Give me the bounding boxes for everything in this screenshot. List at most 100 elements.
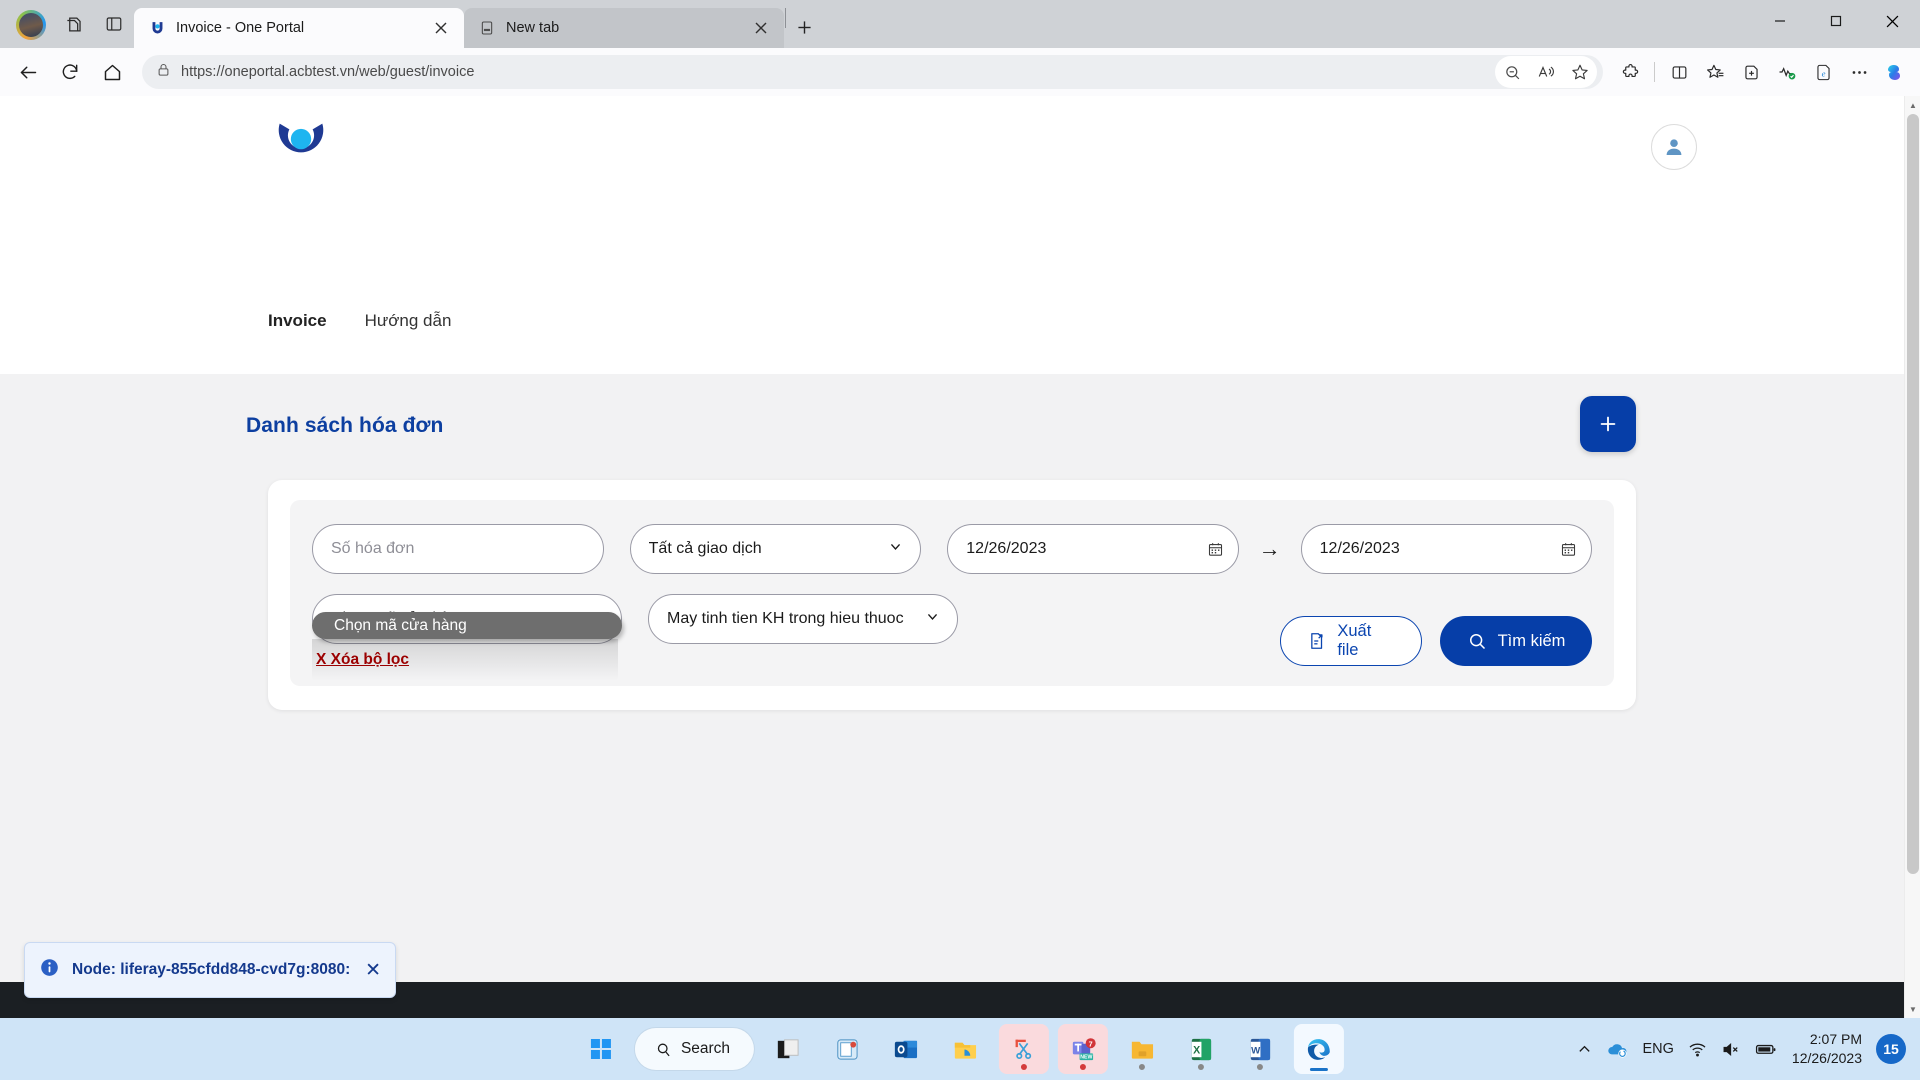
clock-time: 2:07 PM xyxy=(1809,1031,1862,1048)
toast-message: Node: liferay-855cfdd848-cvd7g:8080: xyxy=(72,961,351,978)
close-icon[interactable] xyxy=(748,15,774,41)
settings-more-icon[interactable] xyxy=(1842,55,1876,89)
notification-badge[interactable]: 15 xyxy=(1876,1034,1906,1064)
site-header: Invoice Hướng dẫn xyxy=(0,96,1904,330)
tab-search-icon[interactable] xyxy=(54,4,94,44)
export-file-label: Xuất file xyxy=(1337,622,1372,659)
scroll-up-icon[interactable]: ▲ xyxy=(1905,96,1920,114)
filter-panel: Số hóa đơn Tất cả giao dịch 12/26/2023 →… xyxy=(290,500,1614,686)
word-icon[interactable]: W xyxy=(1235,1024,1285,1074)
window-controls xyxy=(1752,0,1920,48)
close-window-button[interactable] xyxy=(1864,0,1920,42)
battery-icon[interactable] xyxy=(1754,1037,1778,1061)
windows-start-icon[interactable] xyxy=(576,1024,626,1074)
read-aloud-icon[interactable] xyxy=(1530,57,1562,87)
taskbar-search-label: Search xyxy=(680,1040,731,1057)
site-nav: Invoice Hướng dẫn xyxy=(268,311,451,331)
chevron-down-icon xyxy=(926,610,939,628)
nav-label: Invoice xyxy=(268,311,327,330)
close-icon[interactable]: ✕ xyxy=(365,961,381,980)
scroll-down-icon[interactable]: ▼ xyxy=(1905,1000,1920,1018)
calendar-icon[interactable] xyxy=(1560,541,1577,558)
search-button[interactable]: Tìm kiếm xyxy=(1440,616,1592,666)
snipping-tool-icon[interactable] xyxy=(999,1024,1050,1074)
chevron-down-icon xyxy=(889,540,902,558)
scrollbar-thumb[interactable] xyxy=(1907,114,1919,874)
page-scrollbar[interactable]: ▲ ▼ xyxy=(1904,96,1920,1018)
divider xyxy=(1654,62,1655,82)
transaction-type-select[interactable]: Tất cả giao dịch xyxy=(629,524,922,574)
page-content: Danh sách hóa đơn Số hóa đơn Tất cả giao… xyxy=(0,374,1904,1018)
url-text: https://oneportal.acbtest.vn/web/guest/i… xyxy=(181,64,475,80)
lock-icon xyxy=(156,62,171,82)
browser-tab-active[interactable]: Invoice - One Portal xyxy=(134,8,464,48)
taskbar-search[interactable]: Search xyxy=(634,1028,755,1070)
device-select[interactable]: May tinh tien KH trong hieu thuoc xyxy=(648,594,958,644)
store-code-dropdown-list[interactable]: Chọn mã cửa hàng xyxy=(312,612,622,639)
file-explorer-icon[interactable] xyxy=(940,1024,990,1074)
zoom-out-icon[interactable] xyxy=(1496,57,1528,87)
minimize-button[interactable] xyxy=(1752,0,1808,42)
microsoft-teams-icon[interactable]: 7 NEW xyxy=(1058,1024,1109,1074)
page-viewport: Invoice Hướng dẫn Danh sách hóa đơn Số h… xyxy=(0,96,1920,1018)
date-from-input[interactable]: 12/26/2023 xyxy=(947,524,1239,574)
excel-icon[interactable]: X xyxy=(1176,1024,1226,1074)
page-title: Danh sách hóa đơn xyxy=(246,414,444,437)
widgets-icon[interactable] xyxy=(822,1024,872,1074)
taskbar-apps: Search 7 NEW X W xyxy=(576,1024,1345,1074)
user-account-icon[interactable] xyxy=(1651,124,1697,170)
browser-toolbar: https://oneportal.acbtest.vn/web/guest/i… xyxy=(0,48,1920,96)
back-icon[interactable] xyxy=(8,54,48,90)
folder-icon[interactable] xyxy=(1117,1024,1167,1074)
split-screen-icon[interactable] xyxy=(1662,55,1696,89)
address-bar[interactable]: https://oneportal.acbtest.vn/web/guest/i… xyxy=(142,55,1603,89)
nav-item-huong-dan[interactable]: Hướng dẫn xyxy=(365,311,452,331)
outlook-icon[interactable] xyxy=(881,1024,931,1074)
web-page: Invoice Hướng dẫn Danh sách hóa đơn Số h… xyxy=(0,96,1904,1018)
copilot-icon[interactable] xyxy=(1878,55,1912,89)
invoice-number-placeholder: Số hóa đơn xyxy=(331,540,415,557)
app-running-dot xyxy=(1080,1064,1087,1070)
svg-text:7: 7 xyxy=(1088,1039,1092,1048)
add-invoice-button[interactable] xyxy=(1580,396,1636,452)
extensions-icon[interactable] xyxy=(1613,55,1647,89)
nav-label: Hướng dẫn xyxy=(364,311,452,330)
tab-actions-icon[interactable] xyxy=(94,4,134,44)
wifi-icon[interactable] xyxy=(1688,1040,1707,1059)
search-button-label: Tìm kiếm xyxy=(1497,631,1566,650)
volume-muted-icon[interactable] xyxy=(1721,1040,1740,1059)
clock-date: 12/26/2023 xyxy=(1791,1050,1862,1066)
collections-icon[interactable] xyxy=(1698,55,1732,89)
internet-explorer-mode-icon[interactable]: e xyxy=(1806,55,1840,89)
new-tab-button[interactable] xyxy=(787,10,821,44)
tab-title: New tab xyxy=(506,20,560,36)
nav-item-invoice[interactable]: Invoice xyxy=(268,311,327,331)
date-to-value: 12/26/2023 xyxy=(1319,540,1400,557)
edge-icon[interactable] xyxy=(1294,1024,1345,1074)
onedrive-icon[interactable] xyxy=(1606,1038,1629,1061)
show-hidden-icons-chevron-icon[interactable] xyxy=(1577,1042,1592,1057)
svg-text:W: W xyxy=(1251,1045,1261,1056)
one-portal-logo[interactable] xyxy=(270,110,332,177)
language-indicator[interactable]: ENG xyxy=(1643,1041,1674,1057)
app-active-indicator xyxy=(1310,1068,1329,1071)
calendar-icon[interactable] xyxy=(1207,541,1224,558)
browser-tab-newtab[interactable]: New tab xyxy=(464,8,784,48)
filter-card: Số hóa đơn Tất cả giao dịch 12/26/2023 →… xyxy=(268,480,1636,710)
export-file-button[interactable]: Xuất file xyxy=(1280,616,1422,666)
dropdown-option[interactable]: Chọn mã cửa hàng xyxy=(312,612,622,639)
clear-filter-link[interactable]: X Xóa bộ lọc xyxy=(316,651,409,669)
maximize-button[interactable] xyxy=(1808,0,1864,42)
profile-avatar-button[interactable] xyxy=(8,5,54,45)
favorite-star-icon[interactable] xyxy=(1564,57,1596,87)
add-to-collection-icon[interactable] xyxy=(1734,55,1768,89)
date-to-input[interactable]: 12/26/2023 xyxy=(1300,524,1592,574)
address-bar-actions xyxy=(1495,56,1597,88)
task-view-icon[interactable] xyxy=(763,1024,813,1074)
home-icon[interactable] xyxy=(92,54,132,90)
close-icon[interactable] xyxy=(428,15,454,41)
invoice-number-input[interactable]: Số hóa đơn xyxy=(312,524,604,574)
taskbar-clock[interactable]: 2:07 PM 12/26/2023 xyxy=(1792,1030,1862,1068)
browser-essentials-icon[interactable] xyxy=(1770,55,1804,89)
refresh-icon[interactable] xyxy=(50,54,90,90)
